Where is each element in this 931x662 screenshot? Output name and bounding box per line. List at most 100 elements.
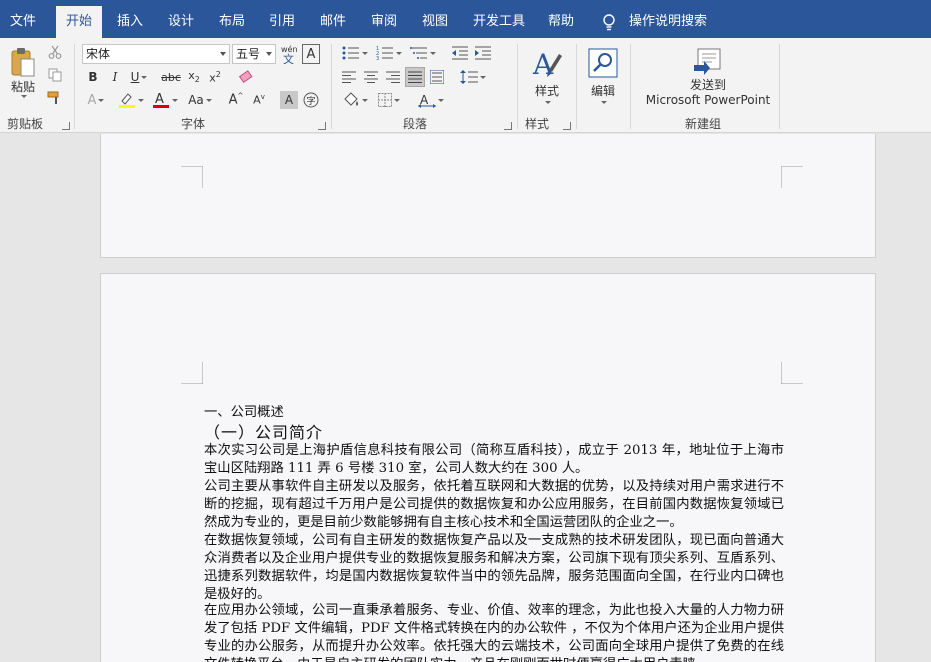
tab-developer[interactable]: 开发工具 xyxy=(466,6,532,38)
tab-insert[interactable]: 插入 xyxy=(107,6,153,38)
paragraph[interactable]: 在应用办公领域，公司一直秉承着服务、专业、价值、效率的理念，为此也投入大量的人力… xyxy=(204,602,784,662)
distributed-button[interactable] xyxy=(428,68,446,86)
cut-button[interactable] xyxy=(46,43,64,61)
align-left-icon xyxy=(342,71,356,83)
chevron-down-icon xyxy=(205,98,212,102)
crop-mark-icon xyxy=(781,362,803,384)
multilevel-list-button[interactable] xyxy=(408,44,438,62)
justify-icon xyxy=(408,71,422,83)
numbering-button[interactable]: 1 2 3 xyxy=(374,44,404,62)
align-right-icon xyxy=(386,71,400,83)
svg-text:A: A xyxy=(532,48,554,81)
paste-dropdown-icon xyxy=(21,95,27,98)
chevron-down-icon xyxy=(430,51,436,55)
character-border-button[interactable]: A xyxy=(302,44,320,64)
tab-file[interactable]: 文件 xyxy=(0,6,46,38)
chevron-down-icon xyxy=(362,51,368,55)
grow-font-button[interactable]: A^ xyxy=(226,91,246,109)
copy-button[interactable] xyxy=(46,66,64,84)
enclose-characters-icon: 字 xyxy=(303,92,319,108)
crop-mark-icon xyxy=(181,166,203,188)
heading-company-profile[interactable]: （一）公司简介 xyxy=(204,419,323,443)
clipboard-icon xyxy=(11,48,35,77)
italic-button[interactable]: I xyxy=(106,68,124,86)
subscript-button[interactable]: x2 xyxy=(185,68,203,86)
borders-button[interactable] xyxy=(374,91,404,109)
divider xyxy=(779,44,780,129)
divider xyxy=(576,44,577,129)
highlight-color-button[interactable] xyxy=(116,91,146,109)
tab-view[interactable]: 视图 xyxy=(412,6,458,38)
text-effects-button[interactable]: A xyxy=(84,91,108,109)
tab-layout[interactable]: 布局 xyxy=(209,6,255,38)
tab-mailings[interactable]: 邮件 xyxy=(310,6,356,38)
shading-button[interactable] xyxy=(340,91,370,109)
tab-home[interactable]: 开始 xyxy=(56,6,102,38)
styles-icon: A xyxy=(532,48,562,81)
paragraph[interactable]: 在数据恢复领域，公司有自主研发的数据恢复产品以及一支成熟的技术研发团队，现已面向… xyxy=(204,532,784,604)
align-left-button[interactable] xyxy=(340,68,358,86)
font-size-value: 五号 xyxy=(236,47,261,61)
shrink-font-button[interactable]: Av xyxy=(249,91,269,109)
align-center-button[interactable] xyxy=(362,68,380,86)
paint-bucket-icon xyxy=(344,92,358,106)
clipboard-dialog-launcher-icon[interactable] xyxy=(62,122,70,130)
font-name-combo[interactable]: 宋体 xyxy=(82,44,230,64)
bold-button[interactable]: B xyxy=(84,68,102,86)
align-right-button[interactable] xyxy=(384,68,402,86)
italic-icon: I xyxy=(112,70,118,84)
line-spacing-button[interactable] xyxy=(458,68,488,86)
chevron-down-icon xyxy=(480,75,486,79)
character-shading-button[interactable]: A xyxy=(280,91,298,109)
send-to-label-line2: Microsoft PowerPoint xyxy=(645,92,771,107)
paintbrush-icon xyxy=(47,91,59,104)
strikethrough-button[interactable]: abc xyxy=(160,68,182,86)
document-page-previous[interactable] xyxy=(100,134,876,258)
font-size-combo[interactable]: 五号 xyxy=(232,44,276,64)
tab-review[interactable]: 审阅 xyxy=(361,6,407,38)
font-color-button[interactable]: A xyxy=(150,91,180,109)
underline-button[interactable]: U xyxy=(128,68,150,86)
tab-help[interactable]: 帮助 xyxy=(538,6,584,38)
copy-icon xyxy=(48,68,62,82)
strikethrough-icon: abc xyxy=(161,70,181,84)
clear-formatting-button[interactable] xyxy=(236,68,256,86)
line-spacing-icon xyxy=(460,70,478,84)
decrease-indent-icon xyxy=(452,46,468,60)
font-dialog-launcher-icon[interactable] xyxy=(318,122,326,130)
paragraph[interactable]: 本次实习公司是上海护盾信息科技有限公司（简称互盾科技），成立于 2013 年，地… xyxy=(204,442,784,478)
paste-button[interactable]: 粘贴 xyxy=(6,44,40,100)
tab-references[interactable]: 引用 xyxy=(259,6,305,38)
editing-label: 编辑 xyxy=(590,84,615,98)
clipboard-group-label: 剪贴板 xyxy=(7,117,44,131)
borders-icon xyxy=(378,93,392,107)
enclose-characters-button[interactable]: 字 xyxy=(302,91,320,109)
tab-design[interactable]: 设计 xyxy=(158,6,204,38)
chevron-down-icon xyxy=(394,98,400,102)
chinese-layout-icon: A xyxy=(418,93,436,108)
styles-dialog-launcher-icon[interactable] xyxy=(563,122,571,130)
paragraph-dialog-launcher-icon[interactable] xyxy=(504,122,512,130)
phonetic-guide-button[interactable]: wén 文 xyxy=(279,43,299,65)
editing-button[interactable]: 编辑 xyxy=(585,44,621,108)
format-painter-button[interactable] xyxy=(46,89,64,107)
svg-text:字: 字 xyxy=(307,95,316,107)
document-page[interactable]: 一、公司概述 （一）公司简介 本次实习公司是上海护盾信息科技有限公司（简称互盾科… xyxy=(100,273,876,662)
change-case-button[interactable]: Aa xyxy=(184,91,216,109)
increase-indent-button[interactable] xyxy=(473,44,493,62)
decrease-indent-button[interactable] xyxy=(450,44,470,62)
superscript-button[interactable]: x2 xyxy=(206,68,224,86)
styles-button[interactable]: A 样式 xyxy=(527,44,567,108)
send-to-powerpoint-button[interactable]: 发送到 Microsoft PowerPoint xyxy=(640,44,776,110)
paragraph[interactable]: 公司主要从事软件自主研发以及服务，依托着互联网和大数据的优势，以及持续对用户需求… xyxy=(204,478,784,532)
lightbulb-icon xyxy=(603,14,615,31)
justify-button[interactable] xyxy=(405,67,425,87)
document-canvas[interactable]: 一、公司概述 （一）公司简介 本次实习公司是上海护盾信息科技有限公司（简称互盾科… xyxy=(0,134,931,662)
character-border-icon: A xyxy=(306,46,316,62)
bullets-button[interactable] xyxy=(340,44,370,62)
chevron-down-icon xyxy=(172,98,178,102)
styles-group-label: 样式 xyxy=(525,117,550,131)
phonetic-guide-icon: wén 文 xyxy=(281,44,298,64)
chinese-layout-button[interactable]: A xyxy=(416,91,446,109)
heading-company-overview[interactable]: 一、公司概述 xyxy=(204,401,284,420)
